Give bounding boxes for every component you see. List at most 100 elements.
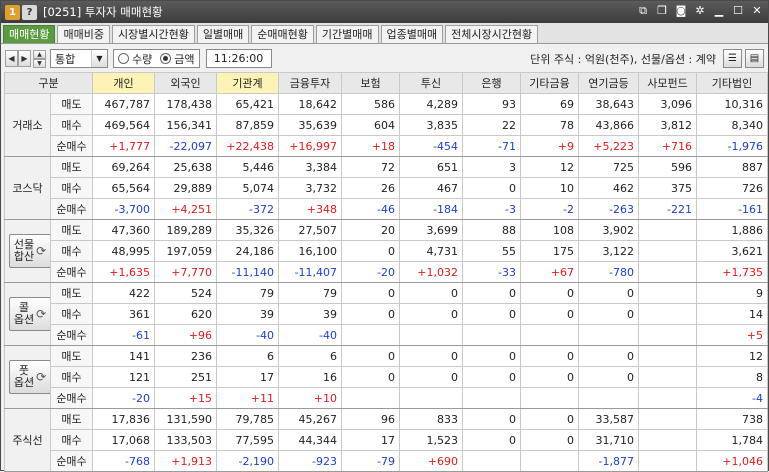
value-cell: -1,877 [578, 450, 639, 472]
value-cell: -46 [341, 198, 400, 220]
table-row: 순매수 -20 +15 +11 +10 -4 [5, 387, 768, 409]
value-cell [462, 450, 521, 472]
value-cell: -454 [399, 135, 463, 157]
minimize-icon[interactable]: ▁ [712, 4, 726, 18]
row-label: 매도 [50, 408, 93, 430]
time-input[interactable]: 11:26:00 [205, 49, 272, 68]
value-cell: 3,732 [278, 177, 342, 199]
tab-bar: 매매현황 매매비중 시장별시간현황 일별매매 순매매현황 기간별매매 업종별매매 전체시장시간… [1, 23, 768, 44]
close-icon[interactable]: ✕ [750, 4, 764, 18]
value-cell: 887 [696, 156, 768, 178]
tab-3[interactable]: 일별매매 [196, 25, 250, 43]
table-row: 매수 469,564 156,341 87,859 35,639 604 3,835 22 78… [5, 114, 768, 136]
chevron-down-icon[interactable]: ▼ [91, 50, 107, 67]
value-cell: -1,976 [696, 135, 768, 157]
tab-4[interactable]: 순매매현황 [251, 25, 314, 43]
value-cell [578, 387, 639, 409]
value-cell: 0 [341, 240, 400, 262]
tab-0[interactable]: 매매현황 [3, 25, 56, 43]
value-cell [462, 387, 521, 409]
up-arrow-button[interactable]: ▲ [33, 49, 46, 59]
group-toggle-button[interactable]: 콜 옵션 ⟳ [9, 297, 50, 331]
value-cell: 65,421 [216, 93, 279, 115]
column-header-8[interactable]: 기타금융 [520, 72, 579, 94]
value-cell [341, 324, 400, 346]
column-header-11[interactable]: 기타법인 [696, 72, 768, 94]
value-cell: 93 [462, 93, 521, 115]
column-header-4[interactable]: 금융투자 [278, 72, 342, 94]
tab-7[interactable]: 전체시장시간현황 [445, 25, 539, 43]
group-toggle-button[interactable]: 풋 옵션 ⟳ [9, 360, 50, 394]
value-cell: 8,340 [696, 114, 768, 136]
value-cell: +716 [638, 135, 697, 157]
copy-icon[interactable]: ❐ [655, 4, 669, 18]
maximize-icon[interactable]: ☐ [731, 4, 745, 18]
value-cell: -161 [696, 198, 768, 220]
radio-amount-label: 금액 [174, 52, 195, 66]
group-label-3: 콜 옵션 ⟳ [4, 282, 51, 346]
value-cell: -33 [462, 261, 521, 283]
value-cell: 524 [154, 282, 217, 304]
group-button-label: 풋 옵션 [14, 365, 34, 389]
value-cell: 0 [520, 429, 579, 451]
column-header-3[interactable]: 기관계 [216, 72, 279, 94]
toolbar: ◀ ▶ ▲ ▼ 통합 ▼ 수량 금액 11:26:00 단위 주식 : 억원(천… [1, 45, 768, 72]
tab-1[interactable]: 매매비중 [57, 25, 110, 43]
gear-icon[interactable]: ✲ [693, 4, 707, 18]
tab-5[interactable]: 기간별매매 [315, 25, 379, 43]
radio-dot [118, 53, 129, 64]
value-cell: +22,438 [216, 135, 279, 157]
window-title: [0251] 투자자 매매현황 [43, 5, 163, 19]
value-cell: 3,122 [578, 240, 639, 262]
market-select[interactable]: 통합 ▼ [50, 49, 108, 68]
table-row: 거래소 매도 467,787 178,438 65,421 18,642 586 4,289 9… [4, 93, 768, 157]
row-label: 순매수 [50, 324, 93, 346]
table-row: 주식선 매도 17,836 131,590 79,785 45,267 96 833 0 0 33,… [4, 408, 768, 472]
camera-icon[interactable]: ◙ [674, 4, 688, 18]
value-cell: 12 [696, 345, 768, 367]
column-header-9[interactable]: 연기금등 [578, 72, 639, 94]
refresh-cycle-icon: ⟳ [36, 370, 47, 384]
value-cell: 77,595 [216, 429, 279, 451]
value-cell: 3,621 [696, 240, 768, 262]
radio-amount[interactable]: 금액 [160, 51, 195, 67]
table-row: 선물 합산 ⟳ 매도 47,360 189,289 35,326 27,507 20 3,699 8… [4, 219, 768, 283]
tab-2[interactable]: 시장별시간현황 [111, 25, 195, 43]
column-header-5[interactable]: 보험 [341, 72, 400, 94]
value-cell: -184 [399, 198, 463, 220]
value-cell: -71 [462, 135, 521, 157]
list-view-icon[interactable]: ☰ [723, 49, 742, 68]
value-cell: 251 [154, 366, 217, 388]
value-cell: 3,835 [399, 114, 463, 136]
radio-quantity[interactable]: 수량 [118, 51, 152, 67]
column-header-1[interactable]: 개인 [92, 72, 155, 94]
group-toggle-button[interactable]: 선물 합산 ⟳ [9, 234, 50, 268]
column-header-0[interactable]: 구분 [4, 72, 93, 94]
link-icon[interactable]: ⧉ [636, 4, 650, 18]
value-cell: 1,886 [696, 219, 768, 241]
grid-view-icon[interactable]: ▤ [745, 49, 764, 68]
tab-6[interactable]: 업종별매매 [380, 25, 444, 43]
column-header-6[interactable]: 투신 [399, 72, 463, 94]
value-cell: 48,995 [92, 240, 155, 262]
next-arrow-button[interactable]: ▶ [18, 50, 31, 67]
screen-number-badge[interactable]: 1 [5, 4, 20, 20]
column-header-2[interactable]: 외국인 [154, 72, 217, 94]
column-header-7[interactable]: 은행 [462, 72, 521, 94]
prev-arrow-button[interactable]: ◀ [5, 50, 18, 67]
value-cell: -79 [341, 450, 400, 472]
down-arrow-button[interactable]: ▼ [33, 58, 46, 68]
table-row: 코스닥 매도 69,264 25,638 5,446 3,384 72 651 3 12 725 59… [4, 156, 768, 220]
row-label: 매수 [50, 114, 93, 136]
group-button-label: 선물 합산 [14, 239, 34, 263]
value-cell: +15 [154, 387, 217, 409]
value-cell: +1,046 [696, 450, 768, 472]
value-cell: 0 [399, 282, 463, 304]
value-cell [638, 366, 697, 388]
value-cell [520, 387, 579, 409]
column-header-10[interactable]: 사모펀드 [638, 72, 697, 94]
help-badge[interactable]: ? [22, 4, 37, 20]
value-cell: +18 [341, 135, 400, 157]
row-label: 매도 [50, 93, 93, 115]
value-cell: 27,507 [278, 219, 342, 241]
